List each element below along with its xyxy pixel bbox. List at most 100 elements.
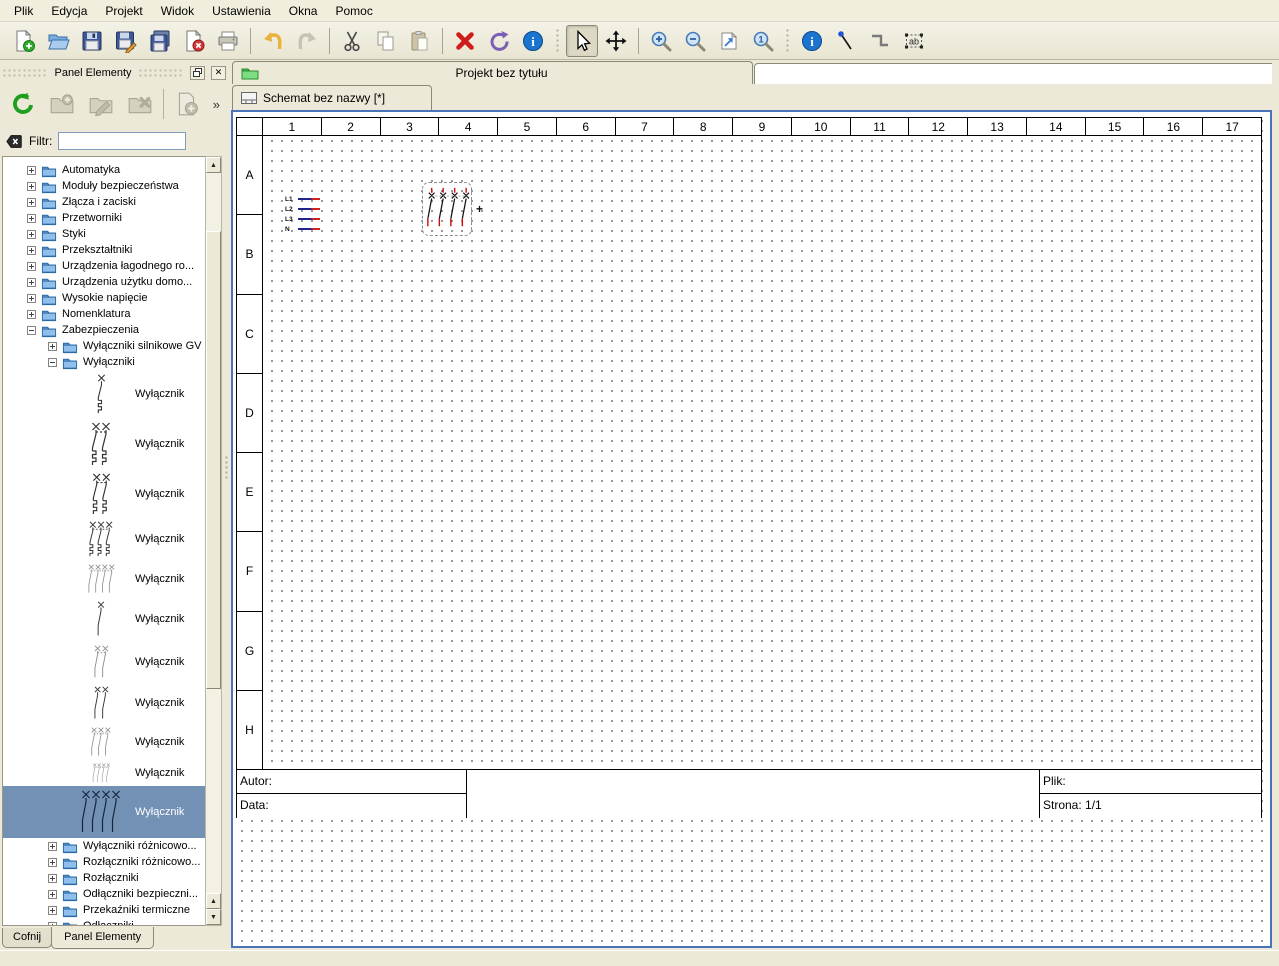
expand-icon[interactable] bbox=[27, 166, 36, 175]
tree-folder-odlaczniki[interactable]: Odłączniki bbox=[3, 918, 205, 926]
tab-schema[interactable]: Schemat bez nazwy [*] bbox=[232, 85, 432, 110]
tree-folder-nomenklatura[interactable]: Nomenklatura bbox=[3, 306, 205, 322]
add-text-field-button[interactable]: ab bbox=[898, 25, 930, 57]
menu-widok[interactable]: Widok bbox=[153, 2, 202, 20]
expand-icon[interactable] bbox=[27, 294, 36, 303]
open-file-button[interactable] bbox=[42, 25, 74, 57]
edit-category-button[interactable] bbox=[84, 86, 119, 122]
expand-icon[interactable] bbox=[27, 182, 36, 191]
tree-element-breaker[interactable]: Wyłącznik bbox=[3, 723, 205, 760]
save-button[interactable] bbox=[76, 25, 108, 57]
tree-element-breaker[interactable]: Wyłącznik bbox=[3, 597, 205, 640]
expand-icon[interactable] bbox=[48, 858, 57, 867]
cut-button[interactable] bbox=[336, 25, 368, 57]
select-tool-button[interactable] bbox=[566, 25, 598, 57]
close-file-button[interactable] bbox=[178, 25, 210, 57]
supply-terminals-element[interactable]: L1 L2 L3 N bbox=[285, 194, 320, 234]
tree-element-breaker[interactable]: Wyłącznik bbox=[3, 683, 205, 723]
element-handle-plus[interactable]: + bbox=[476, 202, 483, 216]
expand-icon[interactable] bbox=[48, 342, 57, 351]
expand-icon[interactable] bbox=[48, 874, 57, 883]
tab-project[interactable]: Projekt bez tytułu bbox=[232, 61, 753, 84]
collapse-icon[interactable] bbox=[27, 326, 36, 335]
expand-icon[interactable] bbox=[27, 214, 36, 223]
clear-filter-icon[interactable] bbox=[6, 133, 23, 150]
schematic-view[interactable]: 1 2 3 4 5 6 7 8 9 10 11 12 13 14 15 16 1… bbox=[231, 110, 1272, 948]
tree-folder-wylaczniki-gv[interactable]: Wyłączniki silnikowe GV bbox=[3, 338, 205, 354]
element-info-button[interactable]: i bbox=[517, 25, 549, 57]
expand-icon[interactable] bbox=[48, 922, 57, 927]
tree-element-breaker[interactable]: Wyłącznik bbox=[3, 469, 205, 518]
zoom-out-button[interactable] bbox=[679, 25, 711, 57]
title-block[interactable]: Autor: Data: Plik: Strona: 1/1 bbox=[237, 769, 1261, 817]
expand-icon[interactable] bbox=[48, 906, 57, 915]
tree-element-breaker[interactable]: Wyłącznik bbox=[3, 560, 205, 597]
tree-element-breaker-selected[interactable]: Wyłącznik bbox=[3, 786, 205, 838]
paste-button[interactable] bbox=[404, 25, 436, 57]
save-as-button[interactable] bbox=[110, 25, 142, 57]
copy-button[interactable] bbox=[370, 25, 402, 57]
tree-folder-przeksztaltniki[interactable]: Przekształtniki bbox=[3, 242, 205, 258]
menu-pomoc[interactable]: Pomoc bbox=[327, 2, 380, 20]
tree-element-breaker[interactable]: Wyłącznik bbox=[3, 518, 205, 560]
menu-edycja[interactable]: Edycja bbox=[43, 2, 95, 20]
tree-element-breaker[interactable]: Wyłącznik bbox=[3, 418, 205, 469]
delete-button[interactable] bbox=[449, 25, 481, 57]
tab-panel-elementy[interactable]: Panel Elementy bbox=[51, 927, 154, 949]
elements-panel-titlebar[interactable]: Panel Elementy ✕ bbox=[2, 64, 226, 81]
tab-cofnij[interactable]: Cofnij bbox=[2, 928, 52, 948]
expand-icon[interactable] bbox=[27, 310, 36, 319]
menu-okna[interactable]: Okna bbox=[281, 2, 326, 20]
float-panel-button[interactable] bbox=[190, 66, 205, 80]
zoom-fit-button[interactable] bbox=[713, 25, 745, 57]
menu-projekt[interactable]: Projekt bbox=[97, 2, 150, 20]
breaker-element-selected[interactable] bbox=[422, 182, 472, 236]
redo-button[interactable] bbox=[291, 25, 323, 57]
tree-folder-automatyka[interactable]: Automatyka bbox=[3, 162, 205, 178]
tree-folder-przekazniki[interactable]: Przekaźniki termiczne bbox=[3, 902, 205, 918]
zoom-actual-button[interactable]: 1 bbox=[747, 25, 779, 57]
tree-folder-wysokie[interactable]: Wysokie napięcie bbox=[3, 290, 205, 306]
tree-folder-domowe[interactable]: Urządzenia użytku domo... bbox=[3, 274, 205, 290]
tree-folder-zabezpieczenia[interactable]: Zabezpieczenia bbox=[3, 322, 205, 338]
diagram-info-button[interactable]: i bbox=[796, 25, 828, 57]
print-button[interactable] bbox=[212, 25, 244, 57]
zoom-in-button[interactable] bbox=[645, 25, 677, 57]
rotate-button[interactable] bbox=[483, 25, 515, 57]
tree-element-breaker[interactable]: Wyłącznik bbox=[3, 640, 205, 683]
tree-folder-styki[interactable]: Styki bbox=[3, 226, 205, 242]
reload-collections-button[interactable] bbox=[6, 86, 41, 122]
scroll-down-button[interactable]: ▼ bbox=[206, 909, 221, 925]
tree-folder-zlacza[interactable]: Złącza i zaciski bbox=[3, 194, 205, 210]
tree-folder-moduly[interactable]: Moduły bezpieczeństwa bbox=[3, 178, 205, 194]
move-tool-button[interactable] bbox=[600, 25, 632, 57]
tree-folder-rozlaczniki-roznicowo[interactable]: Rozłączniki różnicowo... bbox=[3, 854, 205, 870]
menu-plik[interactable]: Plik bbox=[6, 2, 41, 20]
tree-folder-rozlaczniki[interactable]: Rozłączniki bbox=[3, 870, 205, 886]
tree-folder-wylaczniki-roznicowo[interactable]: Wyłączniki różnicowo... bbox=[3, 838, 205, 854]
tree-scrollbar[interactable]: ▲ ▲ ▼ bbox=[205, 156, 222, 926]
collapse-icon[interactable] bbox=[48, 358, 57, 367]
scroll-up-button[interactable]: ▲ bbox=[206, 157, 221, 173]
expand-icon[interactable] bbox=[27, 230, 36, 239]
delete-category-button[interactable] bbox=[122, 86, 157, 122]
expand-icon[interactable] bbox=[27, 198, 36, 207]
expand-icon[interactable] bbox=[27, 246, 36, 255]
expand-icon[interactable] bbox=[27, 278, 36, 287]
scroll-up-button-2[interactable]: ▲ bbox=[206, 893, 221, 909]
new-category-button[interactable] bbox=[45, 86, 80, 122]
expand-icon[interactable] bbox=[27, 262, 36, 271]
tree-element-breaker[interactable]: Wyłącznik bbox=[3, 370, 205, 418]
panel-splitter[interactable] bbox=[222, 62, 231, 950]
undo-button[interactable] bbox=[257, 25, 289, 57]
new-element-button[interactable] bbox=[170, 86, 205, 122]
tree-folder-odlaczniki-bezp[interactable]: Odłączniki bezpieczni... bbox=[3, 886, 205, 902]
save-all-button[interactable] bbox=[144, 25, 176, 57]
menu-ustawienia[interactable]: Ustawienia bbox=[204, 2, 279, 20]
expand-icon[interactable] bbox=[48, 890, 57, 899]
new-file-button[interactable] bbox=[8, 25, 40, 57]
tree-folder-wylaczniki[interactable]: Wyłączniki bbox=[3, 354, 205, 370]
scrollbar-thumb[interactable] bbox=[206, 231, 221, 689]
filter-input[interactable] bbox=[58, 132, 186, 150]
add-conductor-button[interactable] bbox=[830, 25, 862, 57]
